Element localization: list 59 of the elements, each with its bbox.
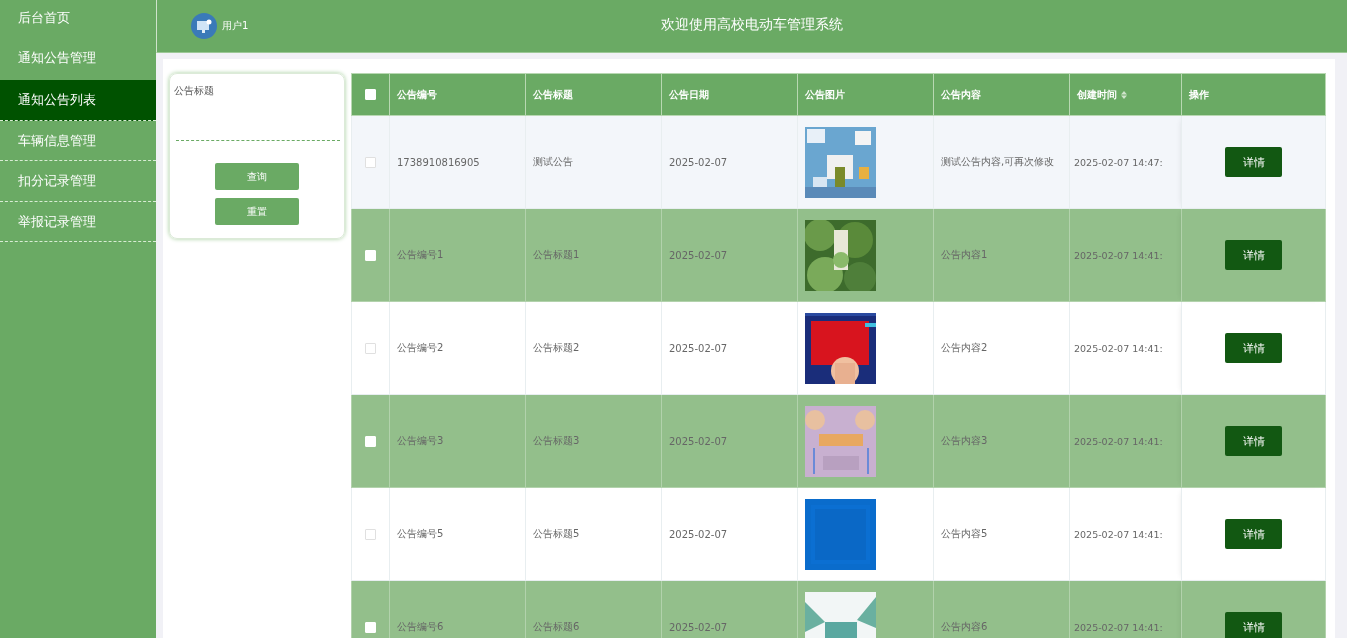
time-cell: 2025-02-07 14:41: — [1069, 580, 1182, 638]
details-button[interactable]: 详情 — [1225, 147, 1282, 177]
checkbox[interactable] — [365, 156, 376, 168]
sidebar-item[interactable]: 通知公告管理 — [0, 40, 156, 80]
time-cell: 2025-02-07 14:41: — [1069, 301, 1182, 395]
content-cell: 公告内容3 — [933, 394, 1070, 488]
number-cell: 公告编号6 — [389, 580, 526, 638]
date-cell: 2025-02-07 — [661, 487, 798, 581]
details-button[interactable]: 详情 — [1225, 612, 1282, 638]
date-cell: 2025-02-07 — [661, 115, 798, 209]
column-header: 公告内容 — [933, 73, 1070, 116]
details-button[interactable]: 详情 — [1225, 333, 1282, 363]
sidebar-item[interactable]: 通知公告列表 — [0, 80, 156, 121]
column-header: 操作 — [1181, 73, 1326, 116]
content-cell: 公告内容2 — [933, 301, 1070, 395]
column-header: 公告标题 — [525, 73, 662, 116]
field-label: 公告标题 — [174, 84, 215, 98]
date-cell: 2025-02-07 — [661, 580, 798, 638]
number-cell: 公告编号3 — [389, 394, 526, 488]
date-cell: 2025-02-07 — [661, 301, 798, 395]
sidebar-item[interactable]: 后台首页 — [0, 0, 156, 40]
checkbox[interactable] — [365, 342, 376, 354]
avatar-icon — [191, 13, 217, 39]
user-name: 用户1 — [222, 19, 249, 33]
content-cell: 公告内容6 — [933, 580, 1070, 638]
title-cell: 公告标题3 — [525, 394, 662, 488]
reset-button[interactable]: 重置 — [215, 198, 299, 225]
column-header: 公告日期 — [661, 73, 798, 116]
title-cell: 公告标题1 — [525, 208, 662, 302]
column-header: 公告编号 — [389, 73, 526, 116]
number-cell: 公告编号1 — [389, 208, 526, 302]
date-cell: 2025-02-07 — [661, 208, 798, 302]
time-cell: 2025-02-07 14:41: — [1069, 394, 1182, 488]
details-button[interactable]: 详情 — [1225, 240, 1282, 270]
content-cell: 测试公告内容,可再次修改 — [933, 115, 1070, 209]
checkbox[interactable] — [365, 528, 376, 540]
title-cell: 测试公告 — [525, 115, 662, 209]
title-cell: 公告标题2 — [525, 301, 662, 395]
date-cell: 2025-02-07 — [661, 394, 798, 488]
page-title: 欢迎使用高校电动车管理系统 — [661, 15, 843, 34]
title-cell: 公告标题6 — [525, 580, 662, 638]
time-cell: 2025-02-07 14:47: — [1069, 115, 1182, 209]
column-header: 公告图片 — [797, 73, 934, 116]
title-cell: 公告标题5 — [525, 487, 662, 581]
search-button[interactable]: 查询 — [215, 163, 299, 190]
details-button[interactable]: 详情 — [1225, 426, 1282, 456]
sidebar-item[interactable]: 举报记录管理 — [0, 201, 156, 242]
number-cell: 1738910816905 — [389, 115, 526, 209]
details-button[interactable]: 详情 — [1225, 519, 1282, 549]
sidebar-item[interactable]: 扣分记录管理 — [0, 161, 156, 202]
content-cell: 公告内容1 — [933, 208, 1070, 302]
sidebar-item[interactable]: 车辆信息管理 — [0, 120, 156, 161]
sort-icon[interactable] — [1121, 90, 1127, 99]
number-cell: 公告编号5 — [389, 487, 526, 581]
time-cell: 2025-02-07 14:41: — [1069, 208, 1182, 302]
content-cell: 公告内容5 — [933, 487, 1070, 581]
column-header[interactable]: 创建时间 — [1069, 73, 1182, 116]
time-cell: 2025-02-07 14:41: — [1069, 487, 1182, 581]
number-cell: 公告编号2 — [389, 301, 526, 395]
